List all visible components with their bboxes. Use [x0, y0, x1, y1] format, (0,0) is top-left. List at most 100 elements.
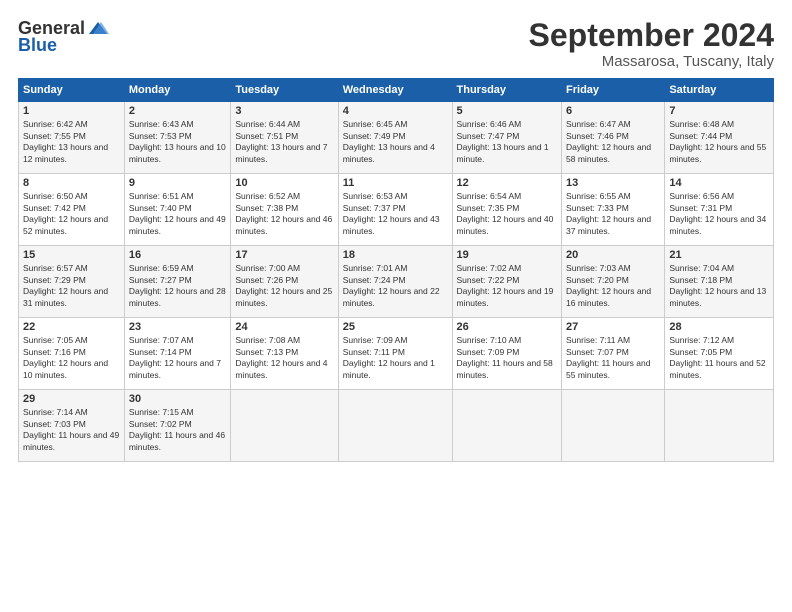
- sunset-text: Sunset: 7:47 PM: [457, 131, 520, 141]
- sunset-text: Sunset: 7:09 PM: [457, 347, 520, 357]
- day-number: 14: [669, 177, 769, 189]
- daylight-text: Daylight: 12 hours and 10 minutes.: [23, 358, 108, 379]
- day-info: Sunrise: 6:50 AMSunset: 7:42 PMDaylight:…: [23, 191, 120, 237]
- table-row: 23 Sunrise: 7:07 AMSunset: 7:14 PMDayligh…: [124, 318, 231, 390]
- table-row: 11Sunrise: 6:53 AMSunset: 7:37 PMDayligh…: [338, 174, 452, 246]
- sunrise-text: Sunrise: 7:03 AM: [566, 263, 631, 273]
- sunrise-text: Sunrise: 6:57 AM: [23, 263, 88, 273]
- day-info: Sunrise: 6:43 AMSunset: 7:53 PMDaylight:…: [129, 119, 227, 165]
- sunrise-text: Sunrise: 6:44 AM: [235, 119, 300, 129]
- day-info: Sunrise: 7:15 AMSunset: 7:02 PMDaylight:…: [129, 407, 227, 453]
- day-info: Sunrise: 7:14 AMSunset: 7:03 PMDaylight:…: [23, 407, 120, 453]
- sunset-text: Sunset: 7:46 PM: [566, 131, 629, 141]
- table-row: 20Sunrise: 7:03 AMSunset: 7:20 PMDayligh…: [562, 246, 665, 318]
- day-number: 9: [129, 177, 227, 189]
- sunrise-text: Sunrise: 6:53 AM: [343, 191, 408, 201]
- sunset-text: Sunset: 7:37 PM: [343, 203, 406, 213]
- table-row: [665, 390, 774, 462]
- day-number: 26: [457, 321, 558, 333]
- day-number: 21: [669, 249, 769, 261]
- sunset-text: Sunset: 7:18 PM: [669, 275, 732, 285]
- day-number: 20: [566, 249, 660, 261]
- daylight-text: Daylight: 12 hours and 7 minutes.: [129, 358, 221, 379]
- sunset-text: Sunset: 7:55 PM: [23, 131, 86, 141]
- sunrise-text: Sunrise: 6:52 AM: [235, 191, 300, 201]
- daylight-text: Daylight: 12 hours and 52 minutes.: [23, 214, 108, 235]
- daylight-text: Daylight: 11 hours and 46 minutes.: [129, 430, 225, 451]
- daylight-text: Daylight: 12 hours and 4 minutes.: [235, 358, 327, 379]
- day-info: Sunrise: 6:59 AMSunset: 7:27 PMDaylight:…: [129, 263, 227, 309]
- daylight-text: Daylight: 11 hours and 58 minutes.: [457, 358, 553, 379]
- table-row: 28 Sunrise: 7:12 AMSunset: 7:05 PMDayligh…: [665, 318, 774, 390]
- calendar-week-row: 29 Sunrise: 7:14 AM Sunset: 7:03 PM Dayligh…: [19, 390, 774, 462]
- sunset-text: Sunset: 7:11 PM: [343, 347, 405, 357]
- sunrise-text: Sunrise: 7:10 AM: [457, 335, 522, 345]
- table-row: [338, 390, 452, 462]
- day-info: Sunrise: 7:12 AMSunset: 7:05 PMDaylight:…: [669, 335, 769, 381]
- daylight-text: Daylight: 12 hours and 31 minutes.: [23, 286, 108, 307]
- page-header: General Blue September 2024 Massarosa, T…: [18, 18, 774, 70]
- day-info: Sunrise: 7:09 AMSunset: 7:11 PMDaylight:…: [343, 335, 448, 381]
- table-row: 4Sunrise: 6:45 AMSunset: 7:49 PMDaylight…: [338, 102, 452, 174]
- col-saturday: Saturday: [665, 79, 774, 102]
- sunrise-text: Sunrise: 6:45 AM: [343, 119, 408, 129]
- day-number: 1: [23, 105, 120, 117]
- day-number: 11: [343, 177, 448, 189]
- col-thursday: Thursday: [452, 79, 562, 102]
- day-info: Sunrise: 7:07 AMSunset: 7:14 PMDaylight:…: [129, 335, 227, 381]
- day-number: 25: [343, 321, 448, 333]
- sunset-text: Sunset: 7:49 PM: [343, 131, 406, 141]
- calendar-week-row: 22Sunrise: 7:05 AMSunset: 7:16 PMDayligh…: [19, 318, 774, 390]
- sunrise-text: Sunrise: 7:14 AM: [23, 407, 88, 417]
- day-number: 18: [343, 249, 448, 261]
- sunset-text: Sunset: 7:05 PM: [669, 347, 732, 357]
- day-number: 4: [343, 105, 448, 117]
- sunrise-text: Sunrise: 6:51 AM: [129, 191, 194, 201]
- sunrise-text: Sunrise: 6:43 AM: [129, 119, 194, 129]
- logo-blue-text: Blue: [18, 35, 57, 56]
- sunset-text: Sunset: 7:35 PM: [457, 203, 520, 213]
- table-row: 29Sunrise: 7:14 AMSunset: 7:03 PMDayligh…: [19, 390, 125, 462]
- table-row: 15Sunrise: 6:57 AMSunset: 7:29 PMDayligh…: [19, 246, 125, 318]
- day-info: Sunrise: 6:56 AMSunset: 7:31 PMDaylight:…: [669, 191, 769, 237]
- sunrise-text: Sunrise: 7:11 AM: [566, 335, 630, 345]
- calendar-header-row: Sunday Monday Tuesday Wednesday Thursday…: [19, 79, 774, 102]
- table-row: 8 Sunrise: 6:50 AMSunset: 7:42 PMDaylight…: [19, 174, 125, 246]
- col-monday: Monday: [124, 79, 231, 102]
- daylight-text: Daylight: 12 hours and 16 minutes.: [566, 286, 651, 307]
- day-info: Sunrise: 6:51 AMSunset: 7:40 PMDaylight:…: [129, 191, 227, 237]
- day-number: 29: [23, 393, 120, 405]
- table-row: 10Sunrise: 6:52 AMSunset: 7:38 PMDayligh…: [231, 174, 338, 246]
- col-wednesday: Wednesday: [338, 79, 452, 102]
- day-info: Sunrise: 6:55 AMSunset: 7:33 PMDaylight:…: [566, 191, 660, 237]
- daylight-text: Daylight: 12 hours and 55 minutes.: [669, 142, 766, 163]
- sunrise-text: Sunrise: 6:56 AM: [669, 191, 734, 201]
- table-row: 22Sunrise: 7:05 AMSunset: 7:16 PMDayligh…: [19, 318, 125, 390]
- day-number: 3: [235, 105, 333, 117]
- sunset-text: Sunset: 7:31 PM: [669, 203, 732, 213]
- sunrise-text: Sunrise: 6:54 AM: [457, 191, 522, 201]
- table-row: 17Sunrise: 7:00 AMSunset: 7:26 PMDayligh…: [231, 246, 338, 318]
- day-number: 27: [566, 321, 660, 333]
- daylight-text: Daylight: 13 hours and 12 minutes.: [23, 142, 108, 163]
- table-row: [562, 390, 665, 462]
- sunrise-text: Sunrise: 6:50 AM: [23, 191, 88, 201]
- day-number: 24: [235, 321, 333, 333]
- day-info: Sunrise: 6:44 AMSunset: 7:51 PMDaylight:…: [235, 119, 333, 165]
- table-row: [231, 390, 338, 462]
- daylight-text: Daylight: 12 hours and 22 minutes.: [343, 286, 440, 307]
- day-number: 13: [566, 177, 660, 189]
- sunset-text: Sunset: 7:51 PM: [235, 131, 298, 141]
- day-number: 2: [129, 105, 227, 117]
- sunrise-text: Sunrise: 7:01 AM: [343, 263, 408, 273]
- sunset-text: Sunset: 7:03 PM: [23, 419, 86, 429]
- day-number: 28: [669, 321, 769, 333]
- day-number: 23: [129, 321, 227, 333]
- col-friday: Friday: [562, 79, 665, 102]
- calendar-week-row: 8 Sunrise: 6:50 AMSunset: 7:42 PMDaylight…: [19, 174, 774, 246]
- day-info: Sunrise: 7:01 AMSunset: 7:24 PMDaylight:…: [343, 263, 448, 309]
- table-row: 7Sunrise: 6:48 AMSunset: 7:44 PMDaylight…: [665, 102, 774, 174]
- sunrise-text: Sunrise: 6:47 AM: [566, 119, 631, 129]
- day-number: 8: [23, 177, 120, 189]
- daylight-text: Daylight: 12 hours and 28 minutes.: [129, 286, 226, 307]
